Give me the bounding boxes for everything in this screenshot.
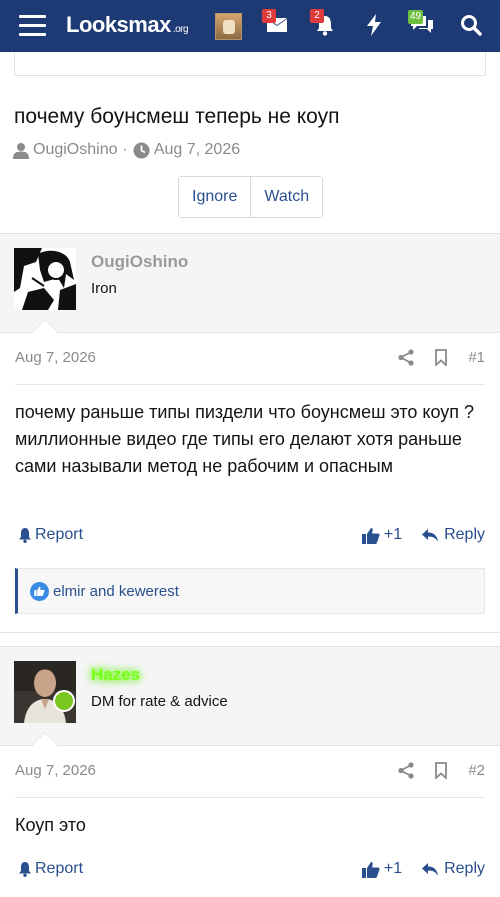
ignore-button[interactable]: Ignore: [179, 177, 251, 217]
collapsed-breadcrumb-strip: [14, 52, 486, 76]
bell-icon: [19, 862, 31, 877]
bookmark-icon[interactable]: [434, 349, 448, 366]
post-separator: [0, 632, 500, 633]
bell-badge: 2: [310, 9, 324, 23]
bolt-icon[interactable]: [366, 14, 382, 36]
post-date[interactable]: Aug 7, 2026: [15, 349, 96, 366]
reply-button[interactable]: Reply: [422, 860, 485, 878]
post-tools: #2: [378, 762, 485, 779]
thread-meta: OugiOshino · Aug 7, 2026: [13, 141, 240, 159]
menu-icon[interactable]: [19, 15, 46, 37]
watch-button[interactable]: Watch: [250, 177, 323, 217]
top-nav-bar: Looksmax .org 3 2 49: [0, 0, 500, 52]
logo-text: Looksmax: [66, 12, 171, 37]
user-title: Iron: [91, 280, 117, 297]
post-1-user-header: OugiOshino Iron: [0, 233, 500, 333]
like-count: +1: [383, 526, 403, 543]
thread-title: почему боунсмеш теперь не коуп: [14, 105, 340, 128]
report-button[interactable]: Report: [18, 526, 83, 544]
post-number[interactable]: #1: [468, 349, 485, 366]
post-actions-right: +1 Reply: [361, 860, 485, 878]
post-actions-right: +1 Reply: [361, 526, 485, 544]
thread-actions: Ignore Watch: [178, 176, 324, 218]
post-body: почему раньше типы пиздели что боунсмеш …: [15, 402, 475, 476]
account-avatar[interactable]: [215, 13, 242, 40]
user-icon: [13, 142, 29, 159]
post-tools: #1: [378, 349, 485, 366]
search-icon[interactable]: [460, 14, 482, 36]
divider: [15, 384, 485, 385]
post-body: Коуп это: [15, 815, 86, 835]
like-button[interactable]: +1: [361, 860, 403, 878]
user-title: DM for rate & advice: [91, 693, 228, 710]
conversations-badge: 49: [408, 10, 424, 24]
reply-icon: [422, 862, 439, 876]
report-label: Report: [35, 860, 84, 877]
avatar[interactable]: [14, 248, 76, 310]
bell-icon: [19, 528, 31, 543]
post-number[interactable]: #2: [468, 762, 485, 779]
thread-author[interactable]: OugiOshino: [33, 141, 118, 159]
share-icon[interactable]: [398, 762, 414, 779]
divider: [15, 797, 485, 798]
reactions-users: elmir and kewerest: [53, 582, 179, 600]
report-button[interactable]: Report: [18, 860, 83, 878]
post-date[interactable]: Aug 7, 2026: [15, 762, 96, 779]
reply-icon: [422, 528, 439, 542]
thumbs-up-icon: [361, 861, 380, 878]
reply-label: Reply: [444, 526, 485, 543]
clock-icon: [133, 142, 150, 158]
share-icon[interactable]: [398, 349, 414, 366]
site-logo[interactable]: Looksmax .org: [66, 12, 189, 38]
post-2-user-header: Hazes DM for rate & advice: [0, 646, 500, 746]
post-author[interactable]: Hazes: [91, 665, 140, 685]
reply-label: Reply: [444, 860, 485, 877]
online-status-dot: [53, 690, 75, 712]
post-author[interactable]: OugiOshino: [91, 252, 188, 272]
bookmark-icon[interactable]: [434, 762, 448, 779]
reply-button[interactable]: Reply: [422, 526, 485, 544]
like-count: +1: [383, 860, 403, 877]
inbox-badge: 3: [262, 9, 276, 23]
like-button[interactable]: +1: [361, 526, 403, 544]
thumbs-up-icon: [361, 527, 380, 544]
thread-date[interactable]: Aug 7, 2026: [154, 141, 240, 159]
logo-suffix: .org: [172, 24, 189, 35]
report-label: Report: [35, 526, 84, 543]
like-reaction-icon: [30, 581, 49, 601]
reactions-bar[interactable]: elmir and kewerest: [15, 568, 485, 614]
